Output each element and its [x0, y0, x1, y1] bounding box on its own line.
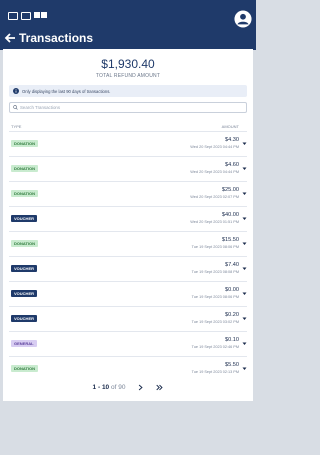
- transaction-date: Tue 19 Sept 2023 02:46 PM: [191, 345, 239, 349]
- pagination: 1 - 10 of 90: [3, 384, 253, 391]
- next-page-icon[interactable]: [137, 384, 144, 391]
- transaction-type-badge: VOUCHER: [11, 315, 38, 322]
- transaction-type-badge: VOUCHER: [11, 265, 38, 272]
- transaction-type-badge: DONATION: [11, 240, 39, 247]
- transaction-amount: $0.00: [225, 287, 239, 293]
- back-arrow-icon[interactable]: [4, 32, 16, 44]
- total-refund-label: TOTAL REFUND AMOUNT: [95, 73, 161, 79]
- pagination-total: of 90: [110, 384, 126, 391]
- search-icon: [13, 105, 18, 110]
- transaction-type-badge: DONATION: [11, 365, 39, 372]
- transaction-amount: $0.10: [225, 337, 239, 343]
- column-header-amount: AMOUNT: [221, 124, 239, 129]
- search-placeholder: Search Transactions: [20, 105, 61, 110]
- transaction-row[interactable]: VOUCHER $0.20 Tue 19 Sept 2023 03:02 PM: [9, 306, 247, 331]
- transaction-row[interactable]: DONATION $15.50 Tue 19 Sept 2023 08:06 P…: [9, 231, 247, 256]
- transaction-date: Wed 20 Sept 2023 04:44 PM: [190, 170, 239, 174]
- transaction-row[interactable]: DONATION $5.50 Tue 19 Sept 2023 02:13 PM: [9, 356, 247, 381]
- transaction-amount: $0.20: [225, 312, 239, 318]
- transaction-date: Wed 20 Sept 2023 02:07 PM: [190, 195, 239, 199]
- page-title: Transactions: [19, 31, 94, 45]
- chevron-down-icon[interactable]: [242, 141, 247, 146]
- transaction-date: Tue 19 Sept 2023 08:08 PM: [191, 270, 239, 274]
- transaction-amount: $4.60: [225, 162, 239, 168]
- transaction-amount: $4.30: [225, 137, 239, 143]
- pagination-status: 1 - 10 of 90: [93, 384, 126, 391]
- pagination-range: 1 - 10: [92, 384, 110, 391]
- transaction-row[interactable]: DONATION $4.60 Wed 20 Sept 2023 04:44 PM: [9, 156, 247, 181]
- chevron-down-icon[interactable]: [242, 266, 247, 271]
- transaction-date: Tue 19 Sept 2023 03:02 PM: [191, 320, 239, 324]
- transaction-date: Tue 19 Sept 2023 02:13 PM: [191, 370, 239, 374]
- chevron-down-icon[interactable]: [242, 191, 247, 196]
- transaction-type-badge: VOUCHER: [11, 290, 38, 297]
- transaction-type-badge: GENERAL: [11, 340, 37, 347]
- government-logos: [8, 12, 52, 20]
- transactions-card: $1,930.40 TOTAL REFUND AMOUNT Only displ…: [3, 49, 253, 401]
- total-refund-amount: $1,930.40: [101, 57, 155, 71]
- service-logo-icon: [8, 12, 18, 20]
- transaction-row[interactable]: GENERAL $0.10 Tue 19 Sept 2023 02:46 PM: [9, 331, 247, 356]
- partner-logo-icon: [21, 12, 31, 20]
- chevron-down-icon[interactable]: [242, 341, 247, 346]
- column-header-type: TYPE: [11, 124, 22, 129]
- app-header: Transactions: [0, 0, 256, 50]
- search-input[interactable]: Search Transactions: [9, 102, 247, 113]
- info-icon: [13, 88, 19, 94]
- transaction-type-badge: DONATION: [11, 190, 39, 197]
- transaction-amount: $15.50: [221, 237, 239, 243]
- transaction-row[interactable]: VOUCHER $0.00 Tue 19 Sept 2023 08:06 PM: [9, 281, 247, 306]
- transaction-date: Wed 20 Sept 2023 04:44 PM: [190, 145, 239, 149]
- transaction-amount: $7.40: [225, 262, 239, 268]
- transaction-type-badge: VOUCHER: [11, 215, 38, 222]
- transaction-row[interactable]: VOUCHER $7.40 Tue 19 Sept 2023 08:08 PM: [9, 256, 247, 281]
- chevron-down-icon[interactable]: [242, 166, 247, 171]
- transaction-row[interactable]: DONATION $25.00 Wed 20 Sept 2023 02:07 P…: [9, 181, 247, 206]
- transaction-type-badge: DONATION: [11, 165, 39, 172]
- transaction-row[interactable]: VOUCHER $40.00 Wed 20 Sept 2023 01:51 PM: [9, 206, 247, 231]
- transaction-amount: $5.50: [225, 362, 239, 368]
- chevron-down-icon[interactable]: [242, 316, 247, 321]
- chevron-down-icon[interactable]: [242, 366, 247, 371]
- transaction-date: Tue 19 Sept 2023 08:06 PM: [191, 245, 239, 249]
- chevron-down-icon[interactable]: [242, 216, 247, 221]
- transaction-list: DONATION $4.30 Wed 20 Sept 2023 04:44 PM…: [9, 131, 247, 381]
- transaction-type-badge: DONATION: [11, 140, 39, 147]
- info-banner: Only displaying the last 90 days of tran…: [9, 85, 247, 97]
- chevron-down-icon[interactable]: [242, 291, 247, 296]
- vic-logo-icon: [34, 12, 52, 20]
- chevron-down-icon[interactable]: [242, 241, 247, 246]
- transaction-row[interactable]: DONATION $4.30 Wed 20 Sept 2023 04:44 PM: [9, 131, 247, 156]
- info-text: Only displaying the last 90 days of tran…: [22, 88, 111, 94]
- transaction-date: Tue 19 Sept 2023 08:06 PM: [191, 295, 239, 299]
- transaction-amount: $40.00: [221, 212, 239, 218]
- transaction-date: Wed 20 Sept 2023 01:51 PM: [190, 220, 239, 224]
- last-page-icon[interactable]: [156, 384, 164, 391]
- profile-avatar-icon[interactable]: [234, 10, 252, 28]
- transaction-amount: $25.00: [221, 187, 239, 193]
